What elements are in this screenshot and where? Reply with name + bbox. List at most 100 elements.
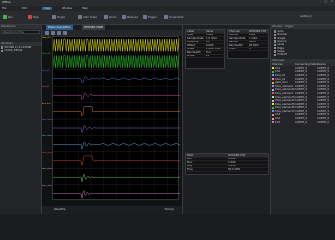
- props-cell: 0.000: [228, 157, 236, 161]
- waveform-canvas[interactable]: [52, 37, 181, 202]
- trigger-option[interactable]: Holdoff: [273, 53, 333, 56]
- user-menu[interactable]: Getting ▾: [300, 15, 312, 18]
- props-cell: Units: [229, 47, 236, 51]
- channel-name: time_element5: [275, 102, 295, 106]
- checkbox-icon[interactable]: [274, 53, 277, 56]
- zoom-button[interactable]: Zoom: [104, 15, 116, 19]
- zoom-in-icon[interactable]: [57, 31, 61, 35]
- channel-conn: CLIENT_0: [295, 91, 308, 95]
- props-cell: Offset: [187, 44, 195, 47]
- trigger-button[interactable]: Trigger: [143, 15, 157, 19]
- checkbox-icon[interactable]: [274, 30, 277, 33]
- zoom-out-icon[interactable]: [63, 31, 67, 35]
- props-cell: 1.650: [228, 164, 236, 168]
- props-cell: Label: [187, 30, 194, 33]
- channel-conn: CLIENT_0: [295, 113, 308, 117]
- color-swatch-icon: [272, 67, 274, 70]
- maximize-icon[interactable]: □: [325, 0, 327, 3]
- minimize-icon[interactable]: –: [320, 0, 321, 3]
- channel-name: Ch4: [275, 117, 281, 121]
- col-channel: Channel: [272, 63, 283, 67]
- waveform-plot[interactable]: [52, 36, 181, 202]
- channel-name-cell: time_h2: [271, 78, 295, 81]
- waveform-search-input[interactable]: Waveforms Files: [1, 30, 40, 34]
- color-swatch-icon: [272, 92, 274, 95]
- channel-conn: CLIENT_0: [295, 117, 308, 121]
- channel-device: CLIENT_0: [317, 66, 330, 70]
- autoscale-button[interactable]: Auto Scale: [78, 15, 97, 19]
- menu-view[interactable]: View: [42, 6, 53, 10]
- stop-button[interactable]: Stop: [28, 15, 39, 19]
- screenshot-label: Screenshot: [169, 15, 184, 19]
- run-button[interactable]: Run: [3, 15, 13, 19]
- props-cell: 50.0 MHz: [228, 168, 241, 171]
- trigger-options: Auto Normal Single Source Level Edge Slope Hold…: [271, 29, 335, 57]
- play-icon: [3, 15, 7, 19]
- channel-conn: CLIENT_0: [295, 106, 308, 110]
- color-swatch-icon: [272, 121, 274, 124]
- checkbox-icon[interactable]: [274, 43, 277, 47]
- props-cell: Trace: [206, 33, 213, 37]
- channel-name: Ch5: [275, 120, 281, 124]
- close-icon[interactable]: ✕: [331, 0, 333, 3]
- pan-icon[interactable]: [51, 31, 55, 35]
- props-row[interactable]: Probe 1x: [186, 55, 224, 58]
- menu-edit[interactable]: Edit: [22, 7, 27, 10]
- color-swatch-icon: [272, 88, 274, 91]
- status-bar: WaveFile Time(s): [42, 206, 182, 214]
- props-cell: Max: [187, 161, 193, 164]
- color-swatch-icon: [272, 85, 274, 88]
- color-swatch-icon: [272, 96, 274, 99]
- col-connecting: Connecting Data: [295, 63, 317, 67]
- props-cell: Bandwidth: [229, 44, 243, 47]
- props-cell: V: [249, 47, 251, 51]
- measure-button[interactable]: Measure: [122, 15, 138, 19]
- channel-device: CLIENT_0: [317, 88, 330, 92]
- checkbox-icon[interactable]: [1, 49, 4, 53]
- checkbox-icon[interactable]: [274, 37, 277, 40]
- props-cell: 3.300: [228, 161, 236, 164]
- checkbox-icon[interactable]: [274, 40, 277, 43]
- menu-help[interactable]: Help: [82, 7, 88, 10]
- props-row[interactable]: Units V: [228, 47, 268, 51]
- camera-icon: [164, 15, 168, 19]
- channel-conn: CLIENT_0: [295, 77, 308, 81]
- channel-device: CLIENT_0: [317, 77, 330, 81]
- screenshot-button[interactable]: Screenshot: [164, 15, 184, 19]
- left-item-2[interactable]: LS150_DEVS2: [0, 49, 41, 52]
- toolbar-ribbon: Run Stop Single Auto Scale Zoom Measure …: [0, 11, 335, 25]
- checkbox-icon[interactable]: [1, 46, 4, 49]
- measure-label: Measure: [127, 15, 139, 19]
- channel-conn: CLIENT_0: [295, 73, 308, 77]
- props-cell: Avg: [187, 164, 192, 168]
- channel-conn: CLIENT_0: [295, 81, 308, 85]
- props-cell: 20 MHz: [249, 44, 259, 47]
- time-axis-label: Time(s): [164, 208, 174, 211]
- color-swatch-icon: [272, 81, 274, 84]
- channel-name: time_h1: [275, 73, 286, 77]
- cursor-icon[interactable]: [45, 31, 49, 35]
- channel-conn: CLIENT_0: [295, 66, 308, 70]
- checkbox-icon[interactable]: [274, 46, 277, 50]
- props-cell: WCUSB2 CH1: [249, 30, 267, 33]
- checkbox-icon[interactable]: [274, 50, 277, 53]
- measure-icon: [122, 15, 126, 19]
- props-row[interactable]: Freq 50.0 MHz: [186, 168, 268, 172]
- menu-file[interactable]: File: [2, 7, 6, 10]
- menu-window[interactable]: Window: [62, 7, 72, 10]
- left-panel-header: Waveforms: [0, 25, 41, 29]
- channel-name-cell: data_dcm: [271, 81, 295, 84]
- channel-conn: CLIENT_0: [295, 109, 308, 113]
- checkbox-icon[interactable]: [274, 33, 277, 37]
- single-button[interactable]: Single: [52, 15, 65, 19]
- channel-name-cell: Ch1: [271, 67, 295, 70]
- channel-axis-label: time_h1: [42, 69, 50, 72]
- channel-conn: CLIENT_0: [295, 120, 308, 124]
- channel-device: CLIENT_0: [317, 109, 330, 113]
- waveform-trace: [52, 38, 180, 52]
- channel-row[interactable]: Ch5 CLIENT_0 CLIENT_0: [271, 121, 335, 125]
- props-cell: 5000: [249, 40, 256, 44]
- app-title: Offline: [2, 1, 11, 4]
- channel-name-cell: Ch2: [271, 70, 295, 73]
- channel-device: CLIENT_0: [317, 81, 330, 85]
